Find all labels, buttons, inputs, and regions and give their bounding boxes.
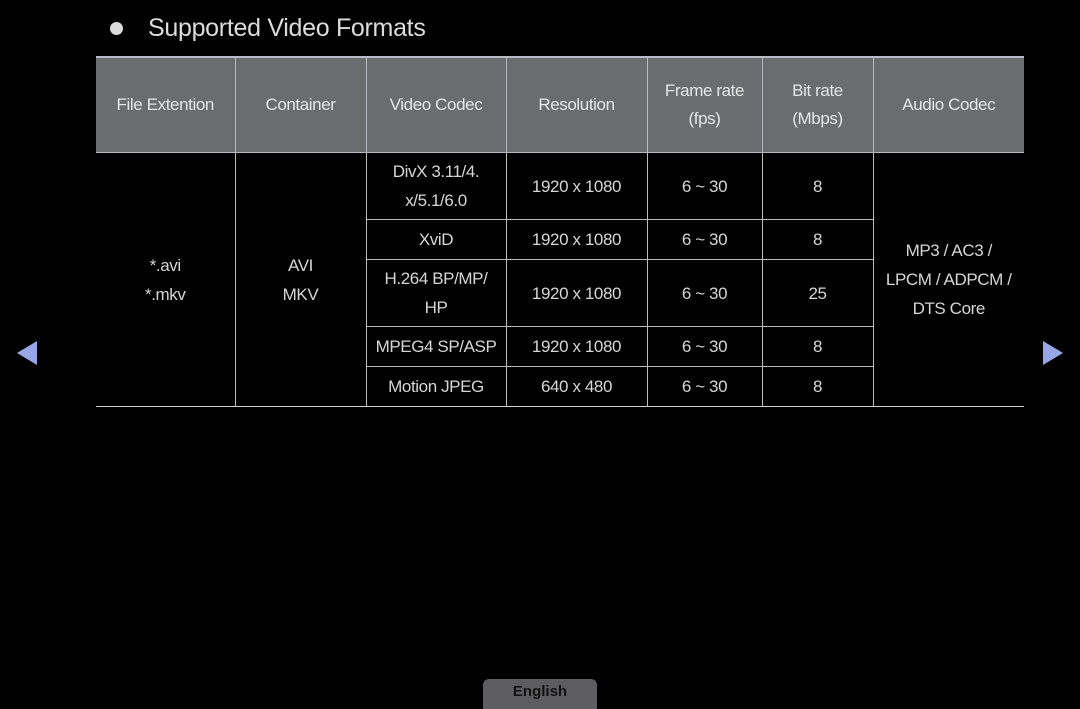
- video-codec-cell: H.264 BP/MP/HP: [365, 259, 507, 327]
- next-page-arrow-icon[interactable]: [1043, 341, 1063, 365]
- frame-rate-cell: 6 ~ 30: [646, 326, 763, 367]
- frame-rate-cell: 6 ~ 30: [646, 366, 763, 407]
- resolution-cell: 1920 x 1080: [505, 219, 648, 260]
- video-formats-table: File Extention Container Video Codec Res…: [96, 56, 1024, 407]
- container-cell: AVI MKV: [234, 152, 367, 407]
- video-codec-cell: DivX 3.11/4. x/5.1/6.0: [365, 152, 507, 220]
- page-title: Supported Video Formats: [148, 14, 426, 42]
- table-row: *.avi *.mkv AVI MKV DivX 3.11/4. x/5.1/6.0 …: [96, 152, 1024, 407]
- header-container: Container: [234, 56, 367, 153]
- resolution-cell: 1920 x 1080: [505, 152, 648, 220]
- header-resolution: Resolution: [505, 56, 648, 153]
- video-codec-cell: XviD: [365, 219, 507, 260]
- header-frame-rate: Frame rate (fps): [646, 56, 763, 153]
- bit-rate-cell: 25: [761, 259, 874, 327]
- file-extension-cell: *.avi *.mkv: [96, 152, 236, 407]
- video-codec-cell: MPEG4 SP/ASP: [365, 326, 507, 367]
- bit-rate-cell: 8: [761, 152, 874, 220]
- table-header-row: File Extention Container Video Codec Res…: [96, 56, 1024, 153]
- page-header: Supported Video Formats: [110, 14, 426, 43]
- frame-rate-cell: 6 ~ 30: [646, 152, 763, 220]
- bit-rate-cell: 8: [761, 219, 874, 260]
- resolution-cell: 640 x 480: [505, 366, 648, 407]
- header-video-codec: Video Codec: [365, 56, 507, 153]
- resolution-cell: 1920 x 1080: [505, 259, 648, 327]
- previous-page-arrow-icon[interactable]: [17, 341, 37, 365]
- bullet-icon: [110, 22, 123, 35]
- audio-codec-cell: MP3 / AC3 /LPCM / ADPCM / DTS Core: [872, 152, 1024, 407]
- resolution-cell: 1920 x 1080: [505, 326, 648, 367]
- frame-rate-cell: 6 ~ 30: [646, 259, 763, 327]
- header-bit-rate: Bit rate (Mbps): [761, 56, 874, 153]
- bit-rate-cell: 8: [761, 326, 874, 367]
- header-audio-codec: Audio Codec: [872, 56, 1024, 153]
- header-file-extension: File Extention: [96, 56, 236, 153]
- bit-rate-cell: 8: [761, 366, 874, 407]
- video-codec-cell: Motion JPEG: [365, 366, 507, 407]
- frame-rate-cell: 6 ~ 30: [646, 219, 763, 260]
